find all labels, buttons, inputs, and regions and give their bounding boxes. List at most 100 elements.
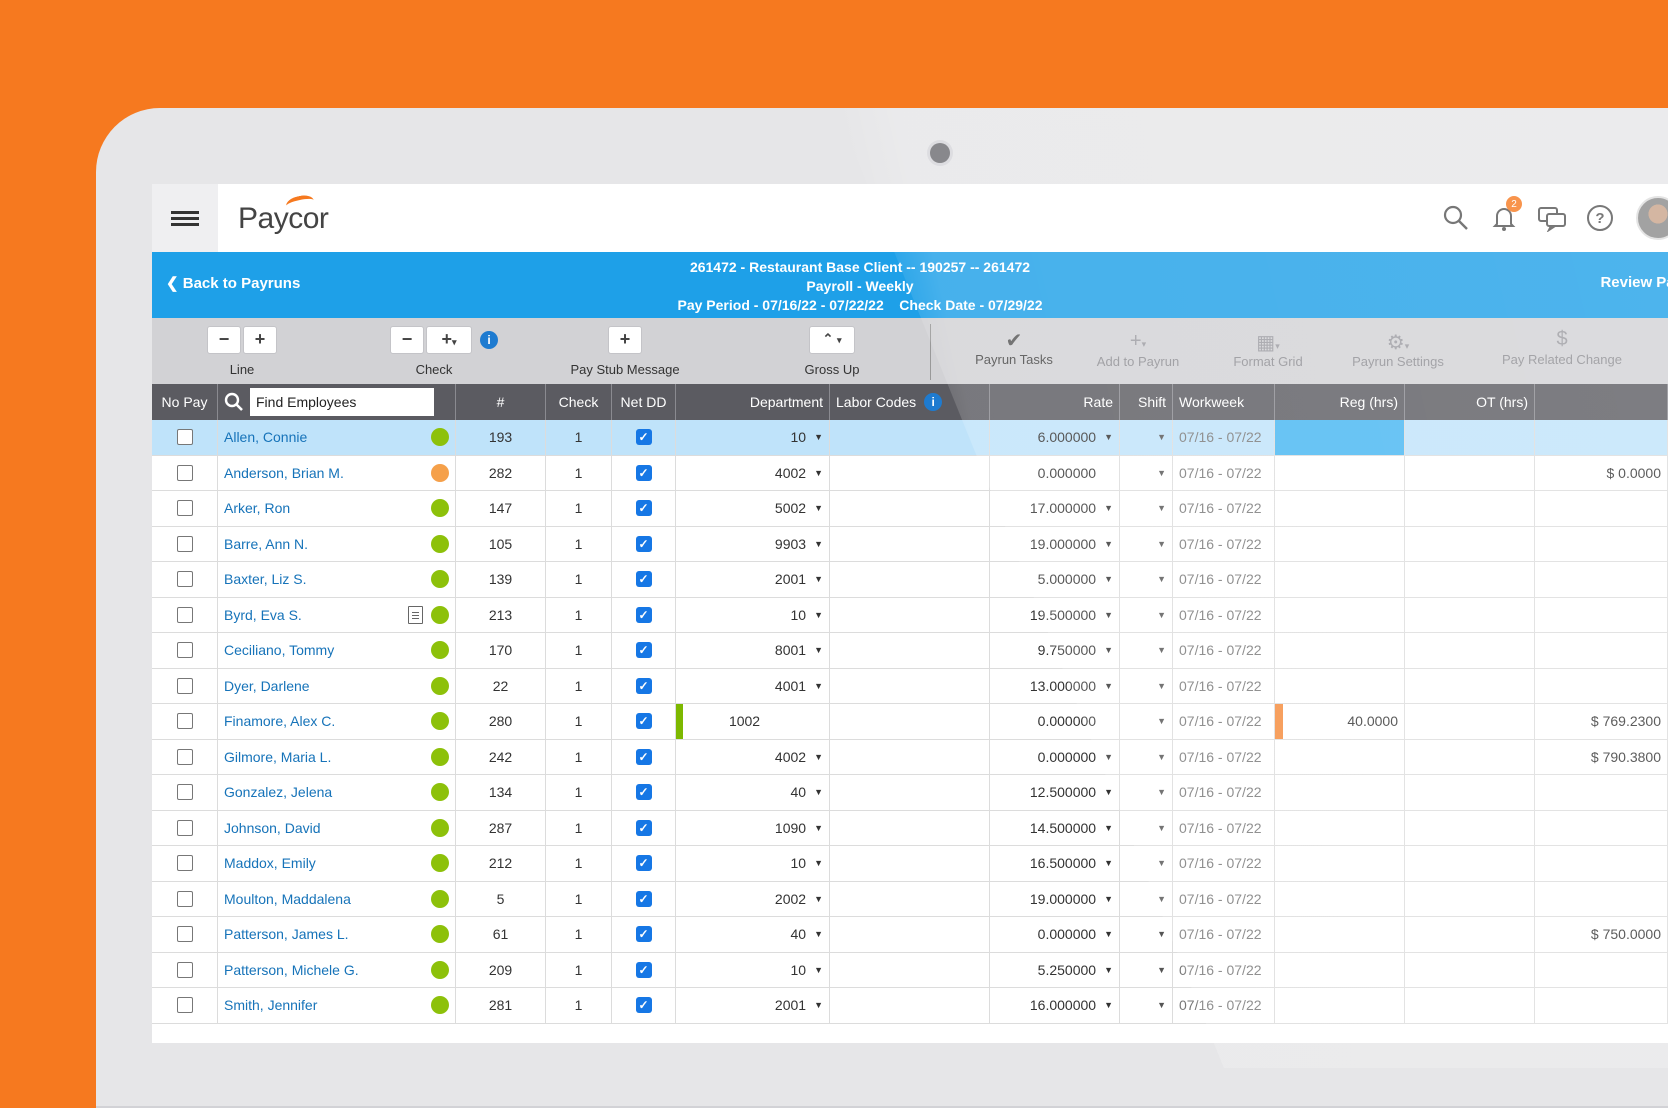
payrun-tasks-button[interactable]: ✔ Payrun Tasks [966,328,1062,367]
ot-hours-cell[interactable] [1405,704,1535,739]
employee-name-link[interactable]: Ceciliano, Tommy [224,642,431,658]
nopay-checkbox[interactable] [176,429,193,446]
labor-codes-cell[interactable] [830,597,990,632]
department-dropdown[interactable]: 1002▼ [676,704,830,739]
netdd-checkbox[interactable]: ✓ [635,535,652,552]
bell-icon[interactable]: 2 [1486,196,1522,236]
netdd-checkbox[interactable]: ✓ [635,500,652,517]
nopay-checkbox[interactable] [176,748,193,765]
rate-dropdown[interactable]: 16.500000 ▼ [990,846,1120,881]
employee-name-link[interactable]: Gonzalez, Jelena [224,784,431,800]
reg-earnings-cell[interactable] [1535,846,1668,881]
nopay-checkbox[interactable] [176,819,193,836]
ot-hours-cell[interactable] [1405,597,1535,632]
col-workweek[interactable]: Workweek [1173,384,1275,420]
labor-codes-cell[interactable] [830,739,990,774]
table-row[interactable]: Johnson, David 287 1 ✓ 1090 ▼ 14.500000 ▼ … [152,810,1668,846]
department-dropdown[interactable]: 10 ▼ [676,420,830,455]
rate-dropdown[interactable]: 19.500000 ▼ [990,597,1120,632]
col-department[interactable]: Department [676,384,830,420]
reg-earnings-cell[interactable]: $ 750.0000 [1535,917,1668,952]
labor-codes-cell[interactable] [830,881,990,916]
table-row[interactable]: Barre, Ann N. 105 1 ✓ 9903 ▼ 19.000000 ▼ ▼… [152,526,1668,562]
col-netdd[interactable]: Net DD [612,384,676,420]
shift-dropdown[interactable]: ▼ [1120,988,1173,1023]
employee-name-link[interactable]: Anderson, Brian M. [224,465,431,481]
ot-hours-cell[interactable] [1405,881,1535,916]
netdd-checkbox[interactable]: ✓ [635,890,652,907]
reg-earnings-cell[interactable] [1535,491,1668,526]
table-row[interactable]: Byrd, Eva S. 213 1 ✓ 10 ▼ 19.500000 ▼ ▼ 07… [152,597,1668,633]
table-row[interactable]: Maddox, Emily 212 1 ✓ 10 ▼ 16.500000 ▼ ▼ 0… [152,846,1668,882]
col-rate[interactable]: Rate [990,384,1120,420]
info-icon[interactable]: i [480,331,498,349]
shift-dropdown[interactable]: ▼ [1120,526,1173,561]
rate-dropdown[interactable]: 19.000000 ▼ [990,526,1120,561]
shift-dropdown[interactable]: ▼ [1120,952,1173,987]
reg-hours-cell[interactable] [1275,491,1405,526]
shift-dropdown[interactable]: ▼ [1120,846,1173,881]
employee-name-link[interactable]: Maddox, Emily [224,855,431,871]
rate-dropdown[interactable]: 0.000000▼ [990,739,1120,774]
rate-dropdown[interactable]: 9.750000 ▼ [990,633,1120,668]
nopay-checkbox[interactable] [176,926,193,943]
rate-dropdown[interactable]: 13.000000 ▼ [990,668,1120,703]
netdd-checkbox[interactable]: ✓ [635,855,652,872]
chat-icon[interactable] [1534,200,1570,236]
search-icon[interactable] [1438,200,1474,236]
ot-hours-cell[interactable] [1405,668,1535,703]
reg-hours-cell[interactable] [1275,455,1405,490]
shift-dropdown[interactable]: ▼ [1120,668,1173,703]
add-to-payrun-button[interactable]: +▾ Add to Payrun [1086,330,1190,369]
rate-dropdown[interactable]: 5.000000 ▼ [990,562,1120,597]
ot-hours-cell[interactable] [1405,455,1535,490]
netdd-checkbox[interactable]: ✓ [635,819,652,836]
col-check[interactable]: Check [546,384,612,420]
table-row[interactable]: Finamore, Alex C. 280 1 ✓ 1002▼ 0.000000… [152,704,1668,740]
labor-codes-cell[interactable] [830,420,990,455]
reg-earnings-cell[interactable] [1535,881,1668,916]
table-row[interactable]: Gonzalez, Jelena 134 1 ✓ 40 ▼ 12.500000 ▼ … [152,775,1668,811]
department-dropdown[interactable]: 2002 ▼ [676,881,830,916]
rate-dropdown[interactable]: 5.250000 ▼ [990,952,1120,987]
shift-dropdown[interactable]: ▼ [1120,633,1173,668]
nopay-checkbox[interactable] [176,642,193,659]
nopay-checkbox[interactable] [176,713,193,730]
ot-hours-cell[interactable] [1405,810,1535,845]
labor-info-icon[interactable]: i [924,393,943,411]
reg-hours-cell[interactable] [1275,917,1405,952]
reg-earnings-cell[interactable] [1535,988,1668,1023]
department-dropdown[interactable]: 1090 ▼ [676,810,830,845]
paystub-add-button[interactable]: + [608,326,642,354]
table-row[interactable]: Smith, Jennifer 281 1 ✓ 2001 ▼ 16.000000 ▼… [152,988,1668,1024]
department-dropdown[interactable]: 9903 ▼ [676,526,830,561]
reg-earnings-cell[interactable] [1535,775,1668,810]
reg-hours-cell[interactable] [1275,952,1405,987]
ot-hours-cell[interactable] [1405,917,1535,952]
col-nopay[interactable]: No Pay [152,384,218,420]
employee-name-link[interactable]: Dyer, Darlene [224,678,431,694]
labor-codes-cell[interactable] [830,704,990,739]
employee-name-link[interactable]: Patterson, James L. [224,926,431,942]
shift-dropdown[interactable]: ▼ [1120,917,1173,952]
employee-name-link[interactable]: Smith, Jennifer [224,997,431,1013]
employee-name-link[interactable]: Gilmore, Maria L. [224,749,431,765]
department-dropdown[interactable]: 40 ▼ [676,917,830,952]
rate-dropdown[interactable]: 14.500000 ▼ [990,810,1120,845]
ot-hours-cell[interactable] [1405,775,1535,810]
netdd-checkbox[interactable]: ✓ [635,961,652,978]
hamburger-menu-icon[interactable] [152,184,218,252]
reg-earnings-cell[interactable]: $ 0.0000 [1535,455,1668,490]
department-dropdown[interactable]: 10 ▼ [676,597,830,632]
netdd-checkbox[interactable]: ✓ [635,713,652,730]
employee-name-link[interactable]: Finamore, Alex C. [224,713,431,729]
rate-dropdown[interactable]: 0.000000▼ [990,455,1120,490]
labor-codes-cell[interactable] [830,952,990,987]
shift-dropdown[interactable]: ▼ [1120,562,1173,597]
table-row[interactable]: Allen, Connie 193 1 ✓ 10 ▼ 6.000000 ▼ ▼ 07… [152,420,1668,456]
col-reg-hrs[interactable]: Reg (hrs) [1275,384,1405,420]
table-row[interactable]: Baxter, Liz S. 139 1 ✓ 2001 ▼ 5.000000 ▼ ▼… [152,562,1668,598]
labor-codes-cell[interactable] [830,846,990,881]
department-dropdown[interactable]: 4001 ▼ [676,668,830,703]
employee-name-link[interactable]: Allen, Connie [224,429,431,445]
